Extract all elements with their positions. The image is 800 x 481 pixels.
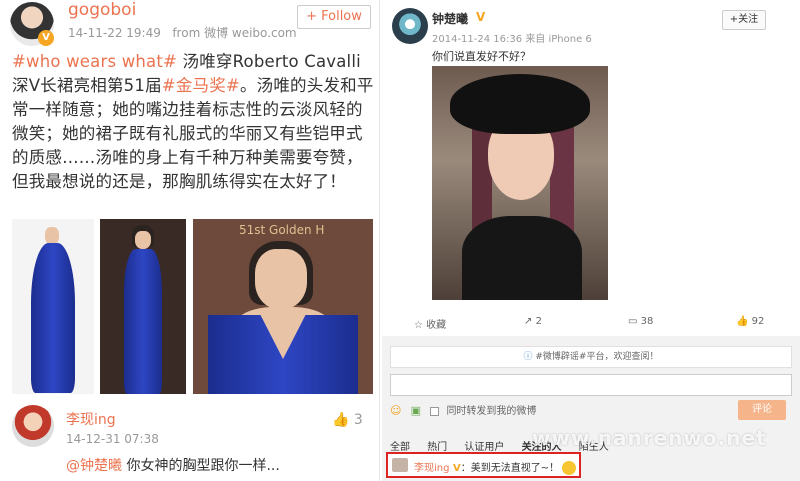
repost-icon: ↗ (524, 316, 533, 327)
photo-caption: 51st Golden H (239, 223, 325, 237)
repost-button[interactable]: ↗ 2 (524, 316, 542, 327)
commenter-avatar[interactable] (12, 405, 54, 447)
post-meta: 2014-11-24 16:36 来自 iPhone 6 (432, 30, 592, 45)
comment-mention[interactable]: @钟楚曦 (66, 458, 122, 474)
verified-badge-icon: V (476, 10, 486, 24)
post-source: from 微博 weibo.com (172, 26, 297, 40)
thumbs-up-icon: 👍 (736, 316, 749, 327)
post-photo-3[interactable]: 51st Golden H (193, 219, 373, 394)
notice-text: #微博辟谣#平台，欢迎查阅！ (535, 352, 659, 362)
like-count: 92 (751, 316, 765, 327)
comment-count: 38 (640, 316, 654, 327)
post-action-bar: ☆ 收藏 ↗ 2 ▭ 38 👍 92 (382, 310, 800, 336)
favorite-label: 收藏 (426, 320, 447, 331)
post-timestamp: 2014-11-24 16:36 (432, 34, 523, 45)
comment-icon: ▭ (628, 316, 638, 327)
commenter-avatar[interactable] (392, 458, 408, 472)
like-button[interactable]: 👍 92 (736, 316, 764, 327)
left-weibo-post: V gogoboi 14-11-22 19:49 from 微博 weibo.c… (0, 0, 380, 481)
post-card: 钟楚曦 V 2014-11-24 16:36 来自 iPhone 6 +关注 你… (382, 0, 800, 336)
repost-checkbox[interactable] (430, 406, 440, 416)
image-icon[interactable]: ▣ (411, 404, 421, 417)
comment-body: 你女神的胸型跟你一样... (122, 458, 280, 474)
post-source: 来自 iPhone 6 (525, 34, 592, 45)
highlighted-comment: 李现ing V：美到无法直视了~！ (386, 452, 581, 478)
right-weibo-post: 钟楚曦 V 2014-11-24 16:36 来自 iPhone 6 +关注 你… (382, 0, 800, 481)
follow-button[interactable]: +关注 (722, 10, 766, 30)
comment-button[interactable]: ▭ 38 (628, 316, 653, 327)
smile-emoji-icon (562, 461, 577, 475)
post-photo-2[interactable] (100, 219, 186, 394)
highlighted-comment-body: ：美到无法直视了~！ (460, 463, 560, 474)
comment-timestamp: 14-12-31 07:38 (66, 432, 159, 446)
comment-tools: ☺ ▣ 同时转发到我的微博 (390, 402, 536, 417)
post-username[interactable]: gogoboi (68, 0, 136, 20)
info-icon: ⓘ (523, 352, 533, 362)
star-icon: ☆ (414, 320, 423, 331)
thumbs-up-icon: 👍 (332, 412, 350, 428)
post-photo-1[interactable] (12, 219, 94, 394)
submit-comment-button[interactable]: 评论 (738, 400, 786, 420)
hashtag-golden-horse[interactable]: #金马奖# (162, 76, 240, 95)
post-meta: 14-11-22 19:49 from 微博 weibo.com (68, 24, 297, 41)
post-photo[interactable] (432, 66, 608, 300)
favorite-button[interactable]: ☆ 收藏 (414, 316, 446, 331)
emoji-icon[interactable]: ☺ (390, 404, 401, 417)
follow-button[interactable]: + Follow (297, 5, 371, 29)
commenter-username[interactable]: 李现ing (66, 409, 116, 429)
verified-badge-icon: V (449, 463, 461, 474)
hashtag-who-wears-what[interactable]: #who wears what# (12, 52, 177, 71)
repost-count: 2 (535, 316, 542, 327)
verified-badge-icon: V (38, 30, 54, 46)
repost-checkbox-label: 同时转发到我的微博 (446, 406, 537, 417)
highlighted-comment-text: 李现ing V：美到无法直视了~！ (414, 459, 577, 475)
rumor-notice[interactable]: ⓘ #微博辟谣#平台，欢迎查阅！ (390, 346, 792, 368)
site-watermark: www.nanrenwo.net (532, 426, 767, 450)
post-text: 你们说直发好不好？ (432, 50, 531, 63)
user-avatar[interactable] (392, 8, 428, 44)
like-count: 3 (353, 412, 363, 428)
comment-like-button[interactable]: 👍 3 (332, 412, 363, 428)
post-timestamp: 14-11-22 19:49 (68, 26, 161, 40)
comment-text: @钟楚曦 你女神的胸型跟你一样... (66, 455, 280, 475)
post-text: #who wears what# 汤唯穿Roberto Cavalli深V长裙亮… (12, 50, 374, 194)
comment-section: ⓘ #微博辟谣#平台，欢迎查阅！ ☺ ▣ 同时转发到我的微博 评论 全部 热门 … (382, 336, 800, 481)
comment-input[interactable] (390, 374, 792, 396)
highlighted-comment-user[interactable]: 李现ing (414, 463, 449, 474)
post-username[interactable]: 钟楚曦 (432, 10, 468, 27)
